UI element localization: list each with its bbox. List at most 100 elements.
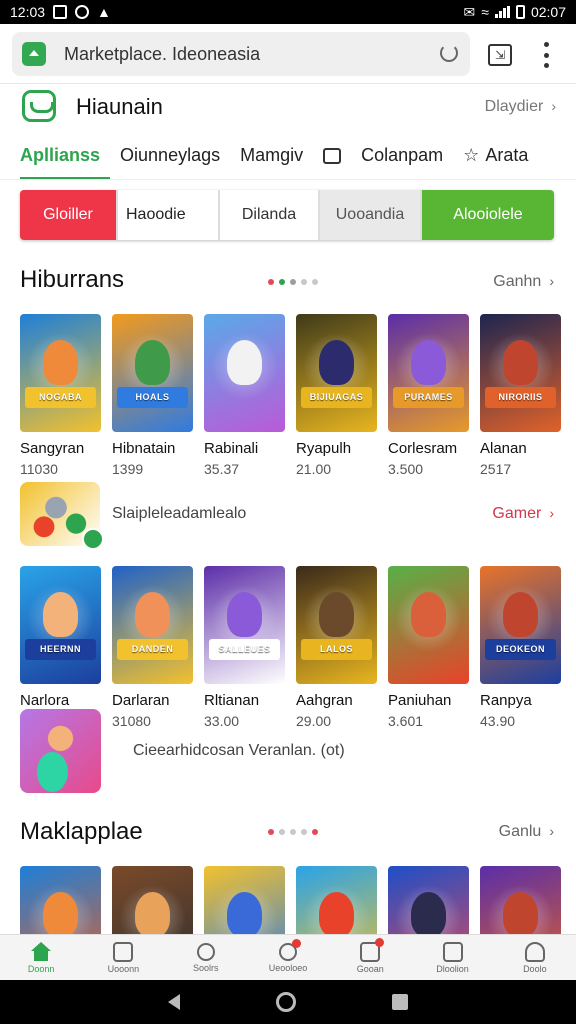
game-character bbox=[502, 339, 539, 385]
tab-apllianss[interactable]: Apllianss bbox=[0, 132, 111, 179]
game-card[interactable]: NIRORIIS Alanan 2517 bbox=[480, 314, 561, 477]
game-card[interactable]: PURAMES Corlesram 3.500 bbox=[388, 314, 469, 477]
nav-search[interactable]: Soolrs bbox=[165, 935, 247, 980]
header-link-label: Dlaydier bbox=[484, 98, 544, 115]
nav-home[interactable]: Doonn bbox=[0, 935, 82, 980]
game-thumbnail bbox=[388, 866, 469, 934]
game-card[interactable] bbox=[112, 866, 193, 934]
filter-button[interactable]: Alooiolele bbox=[422, 190, 554, 240]
carousel-dots bbox=[268, 829, 318, 835]
game-title: Rabinali bbox=[204, 440, 259, 457]
tabs-switcher-icon[interactable]: ⇲ bbox=[488, 44, 512, 66]
game-logo-text: PURAMES bbox=[392, 387, 465, 409]
game-character bbox=[318, 891, 355, 934]
url-text: Marketplace. Ideoneasia bbox=[64, 43, 261, 64]
section-more-link[interactable]: Ganhn › bbox=[493, 273, 554, 291]
game-card[interactable] bbox=[388, 866, 469, 934]
game-card[interactable]: NOGABA Sangyran 11030 bbox=[20, 314, 101, 477]
header-link[interactable]: Dlaydier › bbox=[485, 98, 556, 116]
home-icon bbox=[30, 941, 52, 962]
game-card[interactable] bbox=[480, 866, 561, 934]
game-thumbnail: SALLEUES bbox=[204, 566, 285, 684]
game-meta: 35.37 bbox=[204, 461, 240, 477]
promo-link[interactable]: Gamer › bbox=[492, 505, 554, 523]
game-card[interactable]: LALOS Aahgran 29.00 bbox=[296, 566, 377, 729]
alarm-icon: ✉ bbox=[463, 3, 476, 20]
tab-mamgiv[interactable]: Mamgiv bbox=[230, 132, 313, 179]
filter-button[interactable]: Gloiller bbox=[20, 190, 116, 240]
nav-lists[interactable]: Dloolion bbox=[411, 935, 493, 980]
alert-icon: ▲ bbox=[97, 4, 111, 20]
carousel-dots bbox=[268, 279, 318, 285]
filter-button[interactable]: Uooandia bbox=[320, 190, 420, 240]
promo-banner[interactable]: Slaipleleadamlealo Gamer › bbox=[20, 482, 556, 550]
game-character bbox=[410, 591, 447, 637]
home-button-icon[interactable] bbox=[276, 992, 296, 1012]
more-menu-icon[interactable] bbox=[540, 42, 552, 68]
game-character bbox=[134, 891, 171, 934]
game-thumbnail: LALOS bbox=[296, 566, 377, 684]
signal-icon bbox=[494, 6, 510, 18]
promo-image bbox=[20, 482, 104, 550]
back-icon[interactable] bbox=[168, 994, 180, 1010]
game-character bbox=[502, 891, 539, 934]
promo-banner[interactable]: Cieearhidcosan Veranlan. (ot) bbox=[20, 708, 556, 794]
game-card[interactable]: BIJIUAGAS Ryapulh 21.00 bbox=[296, 314, 377, 477]
game-title: Alanan bbox=[480, 440, 527, 457]
star-icon: ☆ bbox=[463, 145, 480, 165]
game-title: Aahgran bbox=[296, 692, 353, 709]
game-card[interactable]: DEOKEON Ranpya 43.90 bbox=[480, 566, 561, 729]
game-card[interactable] bbox=[204, 866, 285, 934]
nav-games[interactable]: Gooan bbox=[329, 935, 411, 980]
promo-text: Slaipleleadamlealo bbox=[112, 505, 247, 522]
tab-arata[interactable]: ☆ Arata bbox=[453, 132, 538, 179]
nav-label: Gooan bbox=[356, 963, 384, 974]
game-character bbox=[410, 339, 447, 385]
carousel-dot bbox=[268, 279, 274, 285]
game-title: Hibnatain bbox=[112, 440, 176, 457]
game-thumbnail: NIRORIIS bbox=[480, 314, 561, 432]
game-thumbnail: NOGABA bbox=[20, 314, 101, 432]
section-link-label: Ganhn bbox=[493, 273, 542, 290]
game-card[interactable]: Rabinali 35.37 bbox=[204, 314, 285, 477]
nav-label: Dloolion bbox=[436, 963, 469, 974]
game-thumbnail: HOALS bbox=[112, 314, 193, 432]
carousel-dot bbox=[290, 279, 296, 285]
game-title: Darlaran bbox=[112, 692, 170, 709]
address-bar[interactable]: Marketplace. Ideoneasia bbox=[12, 32, 470, 76]
carousel-dot bbox=[301, 279, 307, 285]
game-character bbox=[134, 339, 171, 385]
nav-profile[interactable]: Doolo bbox=[494, 935, 576, 980]
filter-button[interactable]: Haoodie bbox=[118, 190, 218, 240]
section-more-link[interactable]: Ganlu › bbox=[499, 823, 554, 841]
game-card[interactable]: DANDEN Darlaran 31080 bbox=[112, 566, 193, 729]
system-navigation-bar bbox=[0, 980, 576, 1024]
game-card[interactable]: Paniuhan 3.601 bbox=[388, 566, 469, 729]
nav-updates[interactable]: Ueooloeo bbox=[247, 935, 329, 980]
game-card[interactable]: HOALS Hibnatain 1399 bbox=[112, 314, 193, 477]
promo-text: Cieearhidcosan Veranlan. (ot) bbox=[133, 742, 345, 759]
game-card[interactable]: SALLEUES Rltianan 33.00 bbox=[204, 566, 285, 729]
game-row: NOGABA Sangyran 11030 HOALS Hibnatain 1399 Rab… bbox=[20, 314, 576, 477]
game-title: Corlesram bbox=[388, 440, 458, 457]
game-thumbnail bbox=[204, 866, 285, 934]
carousel-dot bbox=[279, 279, 285, 285]
filter-button[interactable]: Dilanda bbox=[220, 190, 318, 240]
game-card[interactable] bbox=[20, 866, 101, 934]
recents-icon[interactable] bbox=[392, 994, 408, 1010]
carousel-dot bbox=[279, 829, 285, 835]
game-character bbox=[42, 891, 79, 934]
game-card[interactable]: HEERNNNarlora11060 bbox=[20, 566, 101, 729]
game-logo-text: NIRORIIS bbox=[484, 387, 557, 409]
game-card[interactable] bbox=[296, 866, 377, 934]
tab-oiunneylags[interactable]: Oiunneylags bbox=[110, 132, 230, 179]
game-thumbnail bbox=[480, 866, 561, 934]
game-logo-text: NOGABA bbox=[24, 387, 97, 409]
app-logo-icon bbox=[22, 90, 56, 122]
updates-icon bbox=[278, 938, 301, 961]
tab-message[interactable] bbox=[313, 132, 351, 179]
reload-icon[interactable] bbox=[440, 44, 458, 62]
game-thumbnail: DANDEN bbox=[112, 566, 193, 684]
nav-library[interactable]: Uooonn bbox=[82, 935, 164, 980]
tab-colanpam[interactable]: Colanpam bbox=[351, 132, 453, 179]
